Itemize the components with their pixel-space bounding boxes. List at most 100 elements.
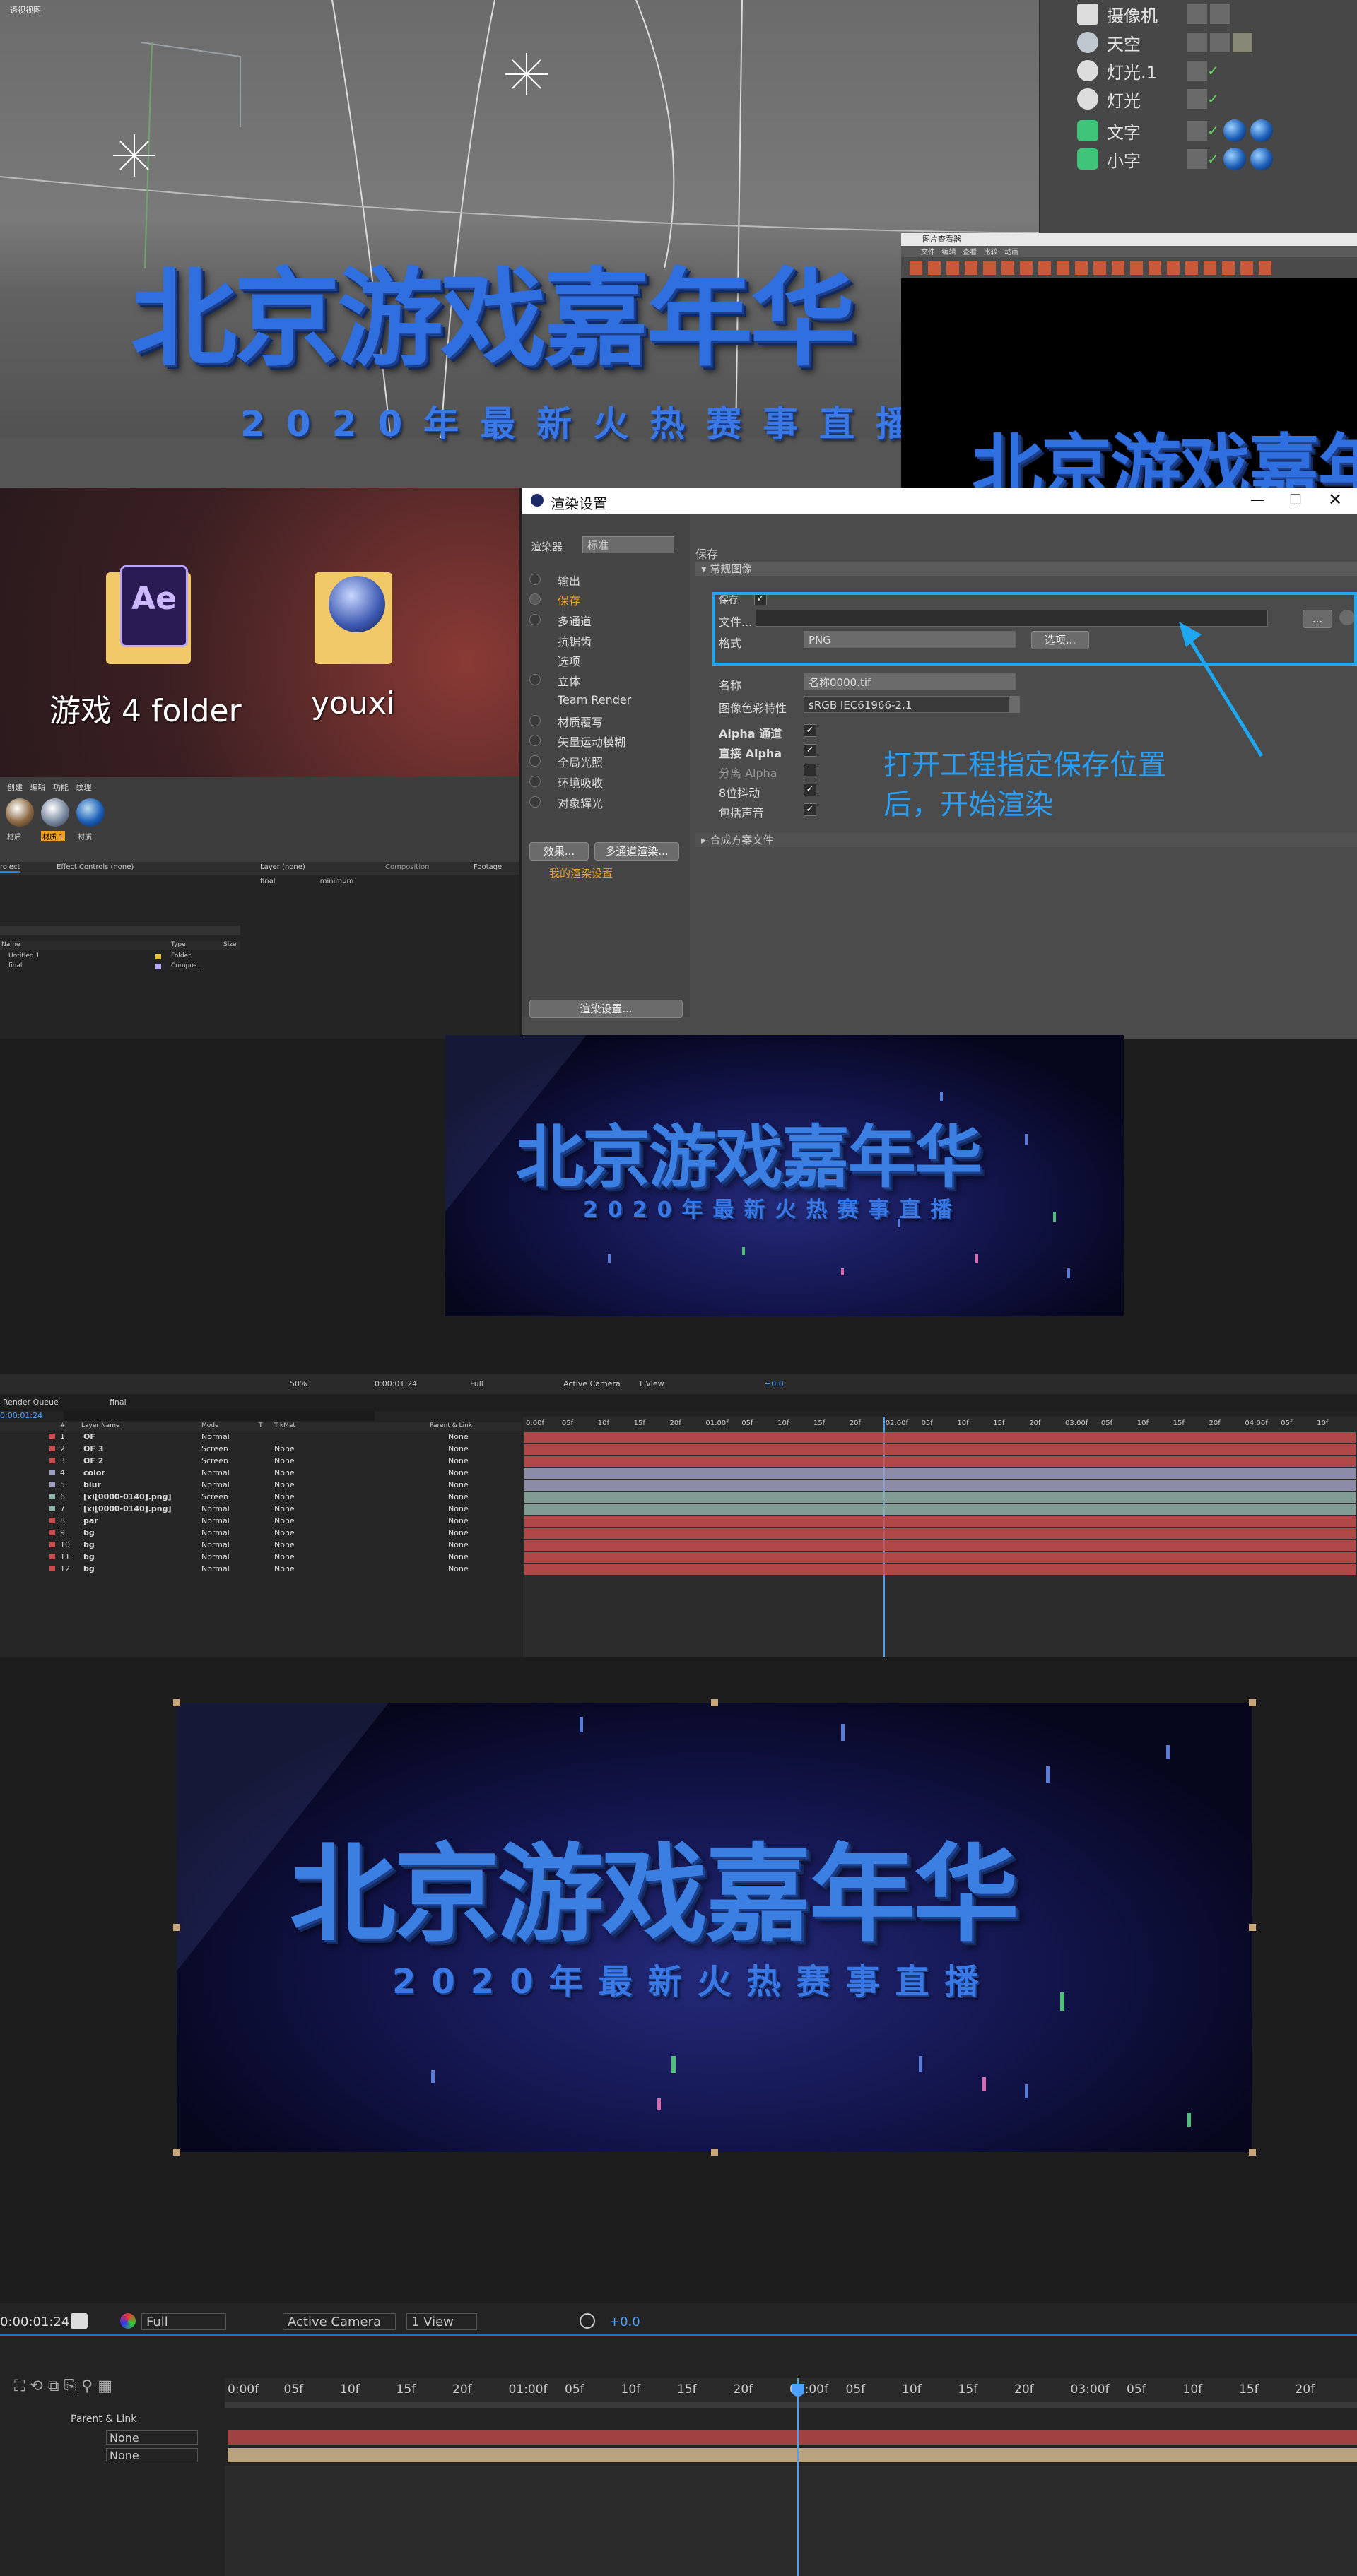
layer-parent-select[interactable]: None [448,1564,469,1573]
alpha-checkbox[interactable]: ✓ [804,724,816,737]
material-ball-icon[interactable] [41,798,69,827]
checkmark-icon[interactable] [529,593,541,605]
object-row-sky[interactable]: 天空 [1040,28,1357,57]
render-option-team-render[interactable]: Team Render [558,693,631,707]
tab-project[interactable]: roject [0,863,20,873]
layer-color-swatch[interactable] [49,1530,55,1535]
enabled-check-icon[interactable]: ✓ [1207,62,1219,79]
layer-row[interactable]: 10 bg Normal None None [0,1539,522,1551]
layer-row[interactable]: 5 blur Normal None None [0,1479,522,1491]
current-time[interactable]: 0:00:01:24 [0,1411,42,1420]
column-type[interactable]: Type [171,941,186,948]
time-ruler[interactable]: 0:00f 05f 10f 15f 20f 01:00f 05f 10f 15f 20f 02:00… [523,1417,1357,1431]
layer-mode-select[interactable]: Normal [201,1528,230,1537]
layer-trkmat-select[interactable]: None [274,1516,295,1525]
layer-row[interactable]: 9 bg Normal None None [0,1527,522,1539]
menu-file[interactable]: 文件 [921,249,935,256]
layer-color-swatch[interactable] [49,1446,55,1451]
render-option-gi[interactable]: 全局光照 [558,753,603,770]
layer-trkmat-select[interactable]: None [274,1504,295,1513]
effects-button[interactable]: 效果... [529,842,589,861]
layer-bar[interactable] [524,1564,1356,1575]
layer-parent-select[interactable]: None [448,1480,469,1489]
render-option-ao[interactable]: 环境吸收 [558,774,603,791]
layer-trkmat-select[interactable]: None [274,1492,295,1501]
layer-name[interactable]: OF [83,1432,95,1441]
parent-select[interactable]: None [106,2430,198,2445]
enabled-check-icon[interactable]: ✓ [1207,150,1219,167]
menu-texture[interactable]: 纹理 [76,783,92,792]
menu-edit[interactable]: 编辑 [942,249,956,256]
menu-compare[interactable]: 比较 [984,249,998,256]
tab-composition[interactable]: Composition [385,863,429,871]
layer-color-swatch[interactable] [49,1470,55,1475]
layer-name[interactable]: bg [83,1552,95,1561]
layer-name[interactable]: color [83,1468,105,1477]
transform-handle[interactable] [173,2149,180,2156]
tab-footage[interactable]: Footage [474,863,502,871]
render-option-options[interactable]: 选项 [558,652,580,669]
layer-parent-select[interactable]: None [448,1540,469,1549]
flow-item[interactable]: final [260,878,276,885]
transform-handle[interactable] [1249,2149,1256,2156]
preset-name[interactable]: 我的渲染设置 [549,865,613,880]
object-row-text[interactable]: 文字 ✓ [1040,117,1357,145]
layer-name[interactable]: bg [83,1540,95,1549]
exposure-offset[interactable]: +0.0 [765,1379,784,1388]
perspective-viewport[interactable]: 透视视图 北京游戏嘉年华 2020年最新火热赛事直播 [0,0,1039,488]
layer-mode-select[interactable]: Normal [201,1432,230,1441]
render-option-motion-blur[interactable]: 矢量运动模糊 [558,733,625,750]
material-ball-icon[interactable] [1223,119,1246,142]
layer-row[interactable]: 2 OF 3 Screen None None [0,1443,522,1455]
layer-trkmat-select[interactable]: None [274,1456,295,1465]
tab-layer[interactable]: Layer (none) [260,863,305,871]
layer-mode-select[interactable]: Normal [201,1480,230,1489]
view-select[interactable]: 1 View [638,1379,664,1388]
playhead-handle-icon[interactable] [792,2384,804,2397]
layer-mode-select[interactable]: Normal [201,1504,230,1513]
maximize-icon[interactable]: ☐ [1289,491,1302,508]
channel-icon[interactable] [120,2313,136,2329]
tab-render-queue[interactable]: Render Queue [3,1398,59,1407]
menu-animation[interactable]: 动画 [1004,249,1018,256]
layer-bar[interactable] [524,1492,1356,1503]
transform-handle[interactable] [173,1699,180,1706]
layer-color-swatch[interactable] [49,1494,55,1499]
layer-mode-select[interactable]: Normal [201,1468,230,1477]
timeline-track-area[interactable]: 0:00f 05f 10f 15f 20f 01:00f 05f 10f 15f 20f 02:00… [523,1417,1357,1657]
layer-color-swatch[interactable] [49,1554,55,1559]
render-settings-button[interactable]: 渲染设置... [529,1000,683,1018]
layer-row[interactable]: 11 bg Normal None None [0,1551,522,1563]
project-item[interactable]: Untitled 1 Folder [0,952,240,961]
layer-row[interactable]: 1 OF Normal None [0,1431,522,1443]
layer-bar[interactable] [524,1552,1356,1563]
layer-trkmat-select[interactable]: None [274,1444,295,1453]
menu-view[interactable]: 查看 [963,249,977,256]
material-ball-icon[interactable] [1223,148,1246,170]
layer-trkmat-select[interactable]: None [274,1528,295,1537]
layer-row[interactable]: 12 bg Normal None None [0,1563,522,1575]
layer-name[interactable]: [xi[0000-0140].png] [83,1504,172,1513]
layer-bar[interactable] [524,1516,1356,1527]
color-profile-arrow-icon[interactable] [1010,696,1020,713]
layer-bar[interactable] [524,1480,1356,1491]
layer-parent-select[interactable]: None [448,1504,469,1513]
close-icon[interactable]: ✕ [1328,490,1342,509]
minimize-icon[interactable]: — [1250,491,1264,508]
renderer-select[interactable]: 标准 [582,536,674,553]
straight-alpha-checkbox[interactable]: ✓ [804,744,816,757]
layer-color-swatch[interactable] [49,1434,55,1439]
ae-folder-icon[interactable]: Ae [99,558,191,664]
layer-name[interactable]: blur [83,1480,101,1489]
layer-trkmat-select[interactable]: None [274,1540,295,1549]
material-ball-icon[interactable] [1250,148,1273,170]
render-option-material-override[interactable]: 材质覆写 [558,713,603,730]
layer-parent-select[interactable]: None [448,1492,469,1501]
viewer-time[interactable]: 0:00:01:24 [375,1379,417,1388]
layer-color-swatch[interactable] [49,1518,55,1523]
layer-bar[interactable] [524,1456,1356,1467]
column-layer-name[interactable]: Layer Name [81,1422,120,1429]
render-option-output[interactable]: 输出 [558,572,580,589]
layer-mode-select[interactable]: Normal [201,1564,230,1573]
material-ball-icon[interactable] [1250,119,1273,142]
